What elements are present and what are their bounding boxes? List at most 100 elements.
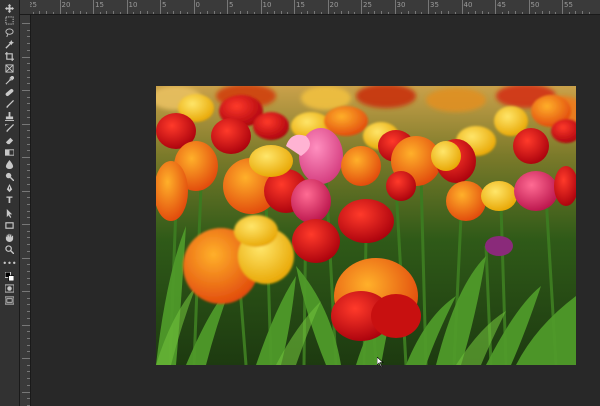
ruler-tick	[27, 29, 30, 31]
droplet-icon	[5, 160, 14, 171]
horizontal-ruler[interactable]: 2520151050510152025303540455055	[30, 0, 600, 15]
zoom-tool[interactable]	[2, 245, 17, 256]
ruler-minor-tick	[180, 11, 182, 14]
eyedropper-tool[interactable]	[2, 75, 17, 87]
pen-icon	[5, 184, 14, 195]
ruler-minor-tick	[488, 12, 490, 14]
ruler-major-tick	[461, 0, 463, 14]
quick-selection-tool[interactable]	[2, 40, 17, 51]
ruler-major-tick	[126, 0, 128, 14]
ruler-minor-tick	[421, 12, 423, 14]
ruler-minor-tick	[414, 11, 416, 14]
ruler-tick	[27, 210, 30, 212]
ruler-minor-tick	[401, 12, 403, 14]
crop-tool[interactable]	[2, 52, 17, 63]
ruler-tick	[22, 224, 30, 225]
ruler-minor-tick	[200, 12, 202, 14]
color-swatches[interactable]	[2, 271, 17, 283]
eraser-tool[interactable]	[2, 136, 17, 147]
ruler-tick	[27, 203, 30, 205]
screen-mode[interactable]	[2, 296, 17, 307]
ruler-minor-tick	[206, 11, 208, 14]
ruler-major-tick	[327, 0, 329, 14]
ruler-minor-tick	[146, 11, 148, 14]
bandage-icon	[5, 88, 14, 99]
wand-icon	[5, 40, 14, 51]
pen-tool[interactable]	[2, 184, 17, 195]
ruler-tick	[22, 157, 30, 158]
eraser-icon	[5, 136, 14, 147]
brush-tool[interactable]	[2, 100, 17, 111]
healing-brush-tool[interactable]	[2, 88, 17, 99]
marquee-icon	[5, 16, 14, 27]
ruler-tick	[22, 123, 30, 125]
ruler-minor-tick	[72, 11, 74, 14]
dodge-tool[interactable]	[2, 172, 17, 183]
path-selection-tool[interactable]	[2, 209, 17, 220]
lasso-tool[interactable]	[2, 28, 17, 39]
ruler-tick	[27, 378, 30, 380]
swatches-icon	[4, 271, 15, 283]
ruler-tick	[27, 337, 30, 339]
ruler-minor-tick	[555, 12, 557, 14]
ruler-tick	[27, 76, 30, 78]
gradient-tool[interactable]	[2, 148, 17, 159]
blur-tool[interactable]	[2, 160, 17, 171]
ruler-tick	[27, 96, 30, 98]
document-canvas[interactable]	[156, 86, 576, 365]
ruler-tick	[27, 136, 30, 138]
ruler-minor-tick	[247, 11, 249, 14]
vertical-ruler[interactable]	[20, 15, 31, 406]
ruler-minor-tick	[153, 12, 155, 14]
more-tools[interactable]: •••	[2, 258, 17, 269]
ruler-minor-tick	[52, 12, 54, 14]
ruler-tick	[22, 324, 30, 326]
dodge-icon	[5, 172, 15, 183]
ruler-tick	[27, 351, 30, 353]
ruler-minor-tick	[582, 11, 584, 14]
ruler-minor-tick	[441, 11, 443, 14]
ruler-major-tick	[528, 0, 530, 14]
type-tool[interactable]: T	[2, 196, 17, 207]
ruler-tick	[27, 304, 30, 306]
ruler-tick	[22, 23, 30, 24]
ruler-minor-tick	[468, 12, 470, 14]
ruler-tick-label: 35	[430, 1, 439, 9]
ruler-minor-tick	[374, 11, 376, 14]
ruler-minor-tick	[220, 12, 222, 14]
ruler-major-tick	[227, 0, 228, 14]
ruler-minor-tick	[347, 11, 349, 14]
ruler-tick	[27, 143, 30, 145]
ruler-tick	[27, 197, 30, 199]
ruler-minor-tick	[535, 12, 537, 14]
ruler-minor-tick	[139, 11, 141, 14]
history-brush-tool[interactable]	[2, 123, 17, 135]
ruler-tick	[27, 250, 30, 252]
ruler-tick	[27, 63, 30, 65]
ruler-tick-label: 20	[61, 1, 71, 9]
ruler-tick-label: 5	[162, 1, 167, 9]
ruler-tick	[27, 311, 30, 313]
ruler-origin[interactable]	[20, 0, 30, 15]
frame-tool[interactable]	[2, 64, 17, 75]
ruler-tick	[27, 116, 30, 118]
hand-tool[interactable]	[2, 233, 17, 244]
ruler-tick	[27, 398, 30, 400]
move-tool[interactable]	[2, 4, 17, 15]
ruler-tick	[27, 103, 30, 105]
lasso-icon	[5, 28, 14, 39]
ruler-minor-tick	[66, 12, 68, 14]
ruler-minor-tick	[508, 11, 510, 14]
ruler-minor-tick	[39, 11, 41, 14]
screen-mode-icon	[4, 296, 15, 307]
rectangle-tool[interactable]	[2, 221, 17, 232]
quick-mask[interactable]	[2, 284, 17, 295]
ruler-minor-tick	[548, 11, 550, 14]
mouse-cursor-icon	[376, 352, 385, 368]
ruler-major-tick	[160, 0, 161, 14]
clone-stamp-tool[interactable]	[2, 112, 17, 123]
ruler-major-tick	[361, 0, 362, 14]
brush-icon	[5, 100, 14, 111]
marquee-tool[interactable]	[2, 16, 17, 27]
ruler-minor-tick	[434, 12, 436, 14]
